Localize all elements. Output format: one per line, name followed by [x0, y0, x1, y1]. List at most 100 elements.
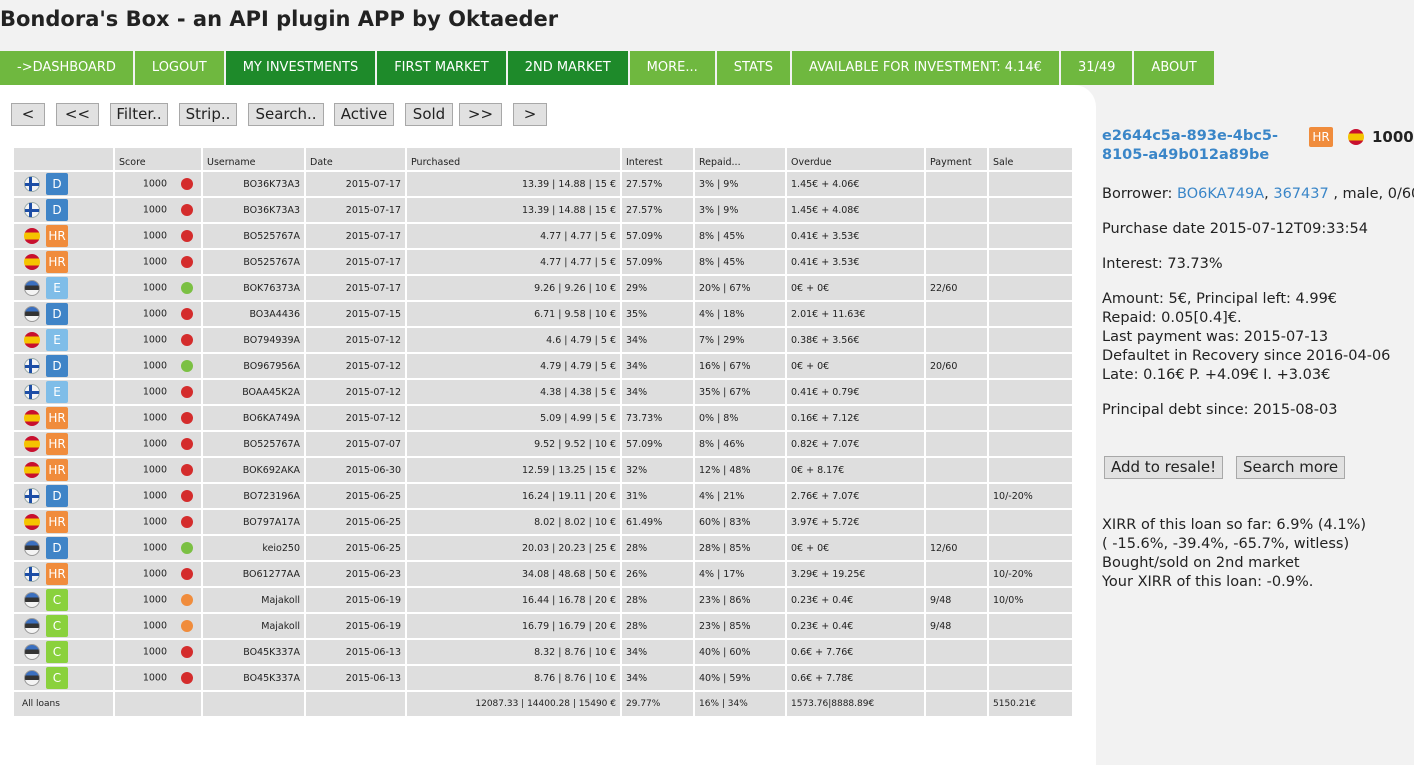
sale-cell: [989, 224, 1072, 248]
nav-tab[interactable]: ABOUT: [1134, 51, 1214, 85]
table-row[interactable]: HR 1000 BO61277AA 2015-06-23 34.08 | 48.68 |…: [14, 562, 1072, 586]
strip-button[interactable]: Strip..: [179, 103, 237, 126]
username-cell[interactable]: BO723196A: [203, 484, 304, 508]
sale-cell: [989, 302, 1072, 326]
table-row[interactable]: C 1000 Majakoll 2015-06-19 16.44 | 16.78 | 2…: [14, 588, 1072, 612]
username-cell[interactable]: BO36K73A3: [203, 198, 304, 222]
overdue-cell: 3.97€ + 5.72€: [787, 510, 924, 534]
username-cell[interactable]: BO967956A: [203, 354, 304, 378]
table-row[interactable]: HR 1000 BO6KA749A 2015-07-12 5.09 | 4.99 | 5…: [14, 406, 1072, 430]
table-row[interactable]: E 1000 BOAA45K2A 2015-07-12 4.38 | 4.38 | 5 …: [14, 380, 1072, 404]
table-row[interactable]: C 1000 BO45K337A 2015-06-13 8.32 | 8.76 | 10…: [14, 640, 1072, 664]
nav-tab[interactable]: MORE...: [629, 51, 715, 85]
purchased-cell: 13.39 | 14.88 | 15 €: [407, 198, 620, 222]
nav-tab[interactable]: STATS: [716, 51, 791, 85]
table-row[interactable]: D 1000 BO723196A 2015-06-25 16.24 | 19.11 | …: [14, 484, 1072, 508]
header-overdue[interactable]: Overdue: [787, 148, 924, 170]
nav-tab[interactable]: FIRST MARKET: [377, 51, 506, 85]
table-row[interactable]: D 1000 BO3A4436 2015-07-15 6.71 | 9.58 | 10 …: [14, 302, 1072, 326]
score-cell: 1000: [115, 562, 201, 586]
username-cell[interactable]: BOAA45K2A: [203, 380, 304, 404]
next-page-button[interactable]: >: [513, 103, 547, 126]
username-cell[interactable]: BO525767A: [203, 250, 304, 274]
username-cell[interactable]: BO6KA749A: [203, 406, 304, 430]
table-row[interactable]: HR 1000 BO525767A 2015-07-17 4.77 | 4.77 | 5…: [14, 224, 1072, 248]
status-dot-icon: [181, 594, 193, 606]
interest-cell: 61.49%: [622, 510, 693, 534]
table-row[interactable]: C 1000 BO45K337A 2015-06-13 8.76 | 8.76 | 10…: [14, 666, 1072, 690]
row-icons: D: [14, 354, 113, 378]
default-status: Defaultet in Recovery since 2016-04-06: [1102, 348, 1391, 364]
username-cell[interactable]: BO525767A: [203, 224, 304, 248]
nav-tab[interactable]: 2ND MARKET: [507, 51, 628, 85]
table-row[interactable]: E 1000 BO794939A 2015-07-12 4.6 | 4.79 | 5 €…: [14, 328, 1072, 352]
username-cell[interactable]: BO794939A: [203, 328, 304, 352]
username-cell[interactable]: BOK692AKA: [203, 458, 304, 482]
table-row[interactable]: D 1000 keio250 2015-06-25 20.03 | 20.23 | 25…: [14, 536, 1072, 560]
username-cell[interactable]: keio250: [203, 536, 304, 560]
table-row[interactable]: D 1000 BO967956A 2015-07-12 4.79 | 4.79 | 5 …: [14, 354, 1072, 378]
table-row[interactable]: D 1000 BO36K73A3 2015-07-17 13.39 | 14.88 | …: [14, 172, 1072, 196]
purchased-cell: 6.71 | 9.58 | 10 €: [407, 302, 620, 326]
borrower-id-link[interactable]: 367437: [1273, 186, 1328, 202]
first-page-button[interactable]: <<: [56, 103, 99, 126]
last-page-button[interactable]: >>: [459, 103, 502, 126]
loan-id-link[interactable]: e2644c5a-893e-4bc5-8105-a49b012a89be: [1102, 127, 1307, 165]
filter-button[interactable]: Filter..: [110, 103, 168, 126]
table-row[interactable]: HR 1000 BO797A17A 2015-06-25 8.02 | 8.02 | 1…: [14, 510, 1072, 534]
score-cell: 1000: [115, 432, 201, 456]
nav-tab[interactable]: LOGOUT: [134, 51, 224, 85]
nav-tab[interactable]: MY INVESTMENTS: [225, 51, 376, 85]
purchased-cell: 9.52 | 9.52 | 10 €: [407, 432, 620, 456]
estonia-flag-icon: [24, 306, 40, 322]
table-row[interactable]: C 1000 Majakoll 2015-06-19 16.79 | 16.79 | 2…: [14, 614, 1072, 638]
header-username[interactable]: Username: [203, 148, 304, 170]
borrower-name-link[interactable]: BO6KA749A: [1177, 186, 1264, 202]
sale-cell: [989, 640, 1072, 664]
search-more-button[interactable]: Search more: [1236, 456, 1346, 479]
username-cell[interactable]: BO45K337A: [203, 640, 304, 664]
row-icons: E: [14, 276, 113, 300]
sale-cell: [989, 328, 1072, 352]
prev-page-button[interactable]: <: [11, 103, 45, 126]
username-cell[interactable]: BO3A4436: [203, 302, 304, 326]
username-cell[interactable]: Majakoll: [203, 588, 304, 612]
username-cell[interactable]: BO45K337A: [203, 666, 304, 690]
username-cell[interactable]: BO797A17A: [203, 510, 304, 534]
overdue-cell: 0€ + 8.17€: [787, 458, 924, 482]
nav-tab[interactable]: AVAILABLE FOR INVESTMENT: 4.14€: [792, 51, 1059, 85]
add-to-resale-button[interactable]: Add to resale!: [1104, 456, 1224, 479]
username-cell[interactable]: BO61277AA: [203, 562, 304, 586]
xirr-line-1: XIRR of this loan so far: 6.9% (4.1%): [1102, 517, 1367, 533]
table-row[interactable]: E 1000 BOK76373A 2015-07-17 9.26 | 9.26 | 10…: [14, 276, 1072, 300]
header-purchased[interactable]: Purchased: [407, 148, 620, 170]
nav-tab[interactable]: ->DASHBOARD: [0, 51, 133, 85]
repaid-cell: 3% | 9%: [695, 172, 785, 196]
username-cell[interactable]: BO525767A: [203, 432, 304, 456]
active-filter-button[interactable]: Active: [334, 103, 394, 126]
score-value: 1000: [142, 412, 167, 424]
payment-cell: [926, 562, 987, 586]
date-cell: 2015-07-17: [306, 276, 405, 300]
header-sale[interactable]: Sale: [989, 148, 1072, 170]
search-button[interactable]: Search..: [248, 103, 324, 126]
table-row[interactable]: HR 1000 BO525767A 2015-07-07 9.52 | 9.52 | 1…: [14, 432, 1072, 456]
header-payment[interactable]: Payment: [926, 148, 987, 170]
nav-tab[interactable]: 31/49: [1060, 51, 1133, 85]
username-cell[interactable]: BO36K73A3: [203, 172, 304, 196]
table-row[interactable]: D 1000 BO36K73A3 2015-07-17 13.39 | 14.88 | …: [14, 198, 1072, 222]
sale-cell: [989, 458, 1072, 482]
table-row[interactable]: HR 1000 BO525767A 2015-07-17 4.77 | 4.77 | 5…: [14, 250, 1072, 274]
header-interest[interactable]: Interest: [622, 148, 693, 170]
interest-cell: 34%: [622, 640, 693, 664]
sold-filter-button[interactable]: Sold: [405, 103, 453, 126]
header-date[interactable]: Date: [306, 148, 405, 170]
table-row[interactable]: HR 1000 BOK692AKA 2015-06-30 12.59 | 13.25 |…: [14, 458, 1072, 482]
payment-cell: [926, 380, 987, 404]
username-cell[interactable]: BOK76373A: [203, 276, 304, 300]
repaid-cell: 8% | 46%: [695, 432, 785, 456]
header-repaid[interactable]: Repaid...: [695, 148, 785, 170]
rating-badge: C: [46, 641, 68, 663]
header-score[interactable]: Score: [115, 148, 201, 170]
username-cell[interactable]: Majakoll: [203, 614, 304, 638]
